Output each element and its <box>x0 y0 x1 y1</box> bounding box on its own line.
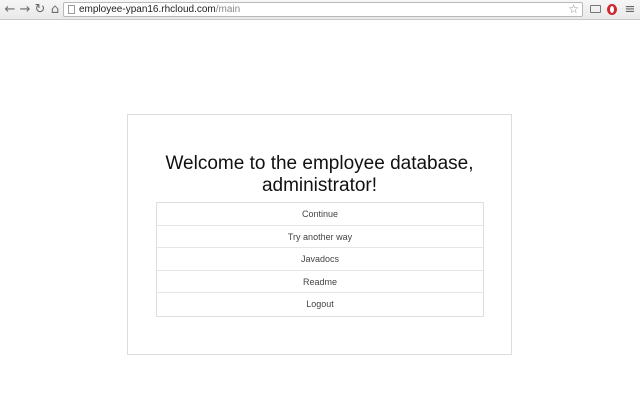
url-path: /main <box>215 4 241 15</box>
bookmark-star-icon[interactable]: ☆ <box>568 3 579 16</box>
forward-icon[interactable]: → <box>18 2 32 17</box>
cast-icon[interactable] <box>590 5 601 13</box>
page-title: Welcome to the employee database, admini… <box>128 153 511 197</box>
heading-line-1: Welcome to the employee database, <box>165 153 474 174</box>
url-text[interactable]: employee-ypan16.rhcloud.com/main <box>79 3 240 16</box>
page-icon <box>68 5 75 14</box>
menu-icon[interactable]: ≡ <box>624 2 636 17</box>
address-bar[interactable]: employee-ypan16.rhcloud.com/main ☆ <box>63 2 583 17</box>
try-another-way-button[interactable]: Try another way <box>157 225 483 249</box>
javadocs-button[interactable]: Javadocs <box>157 248 483 271</box>
welcome-card: Welcome to the employee database, admini… <box>127 114 512 355</box>
reload-icon[interactable]: ↻ <box>33 2 47 17</box>
action-list: Continue Try another way Javadocs Readme… <box>156 202 484 317</box>
heading-line-2: administrator! <box>261 175 378 196</box>
back-icon[interactable]: ← <box>3 2 17 17</box>
browser-toolbar: ← → ↻ ⌂ employee-ypan16.rhcloud.com/main… <box>0 0 640 20</box>
url-host: employee-ypan16.rhcloud.com <box>79 4 216 15</box>
logout-button[interactable]: Logout <box>157 293 483 316</box>
opera-icon[interactable] <box>607 4 617 15</box>
readme-button[interactable]: Readme <box>157 270 483 294</box>
home-icon[interactable]: ⌂ <box>48 2 62 17</box>
continue-button[interactable]: Continue <box>157 203 483 226</box>
